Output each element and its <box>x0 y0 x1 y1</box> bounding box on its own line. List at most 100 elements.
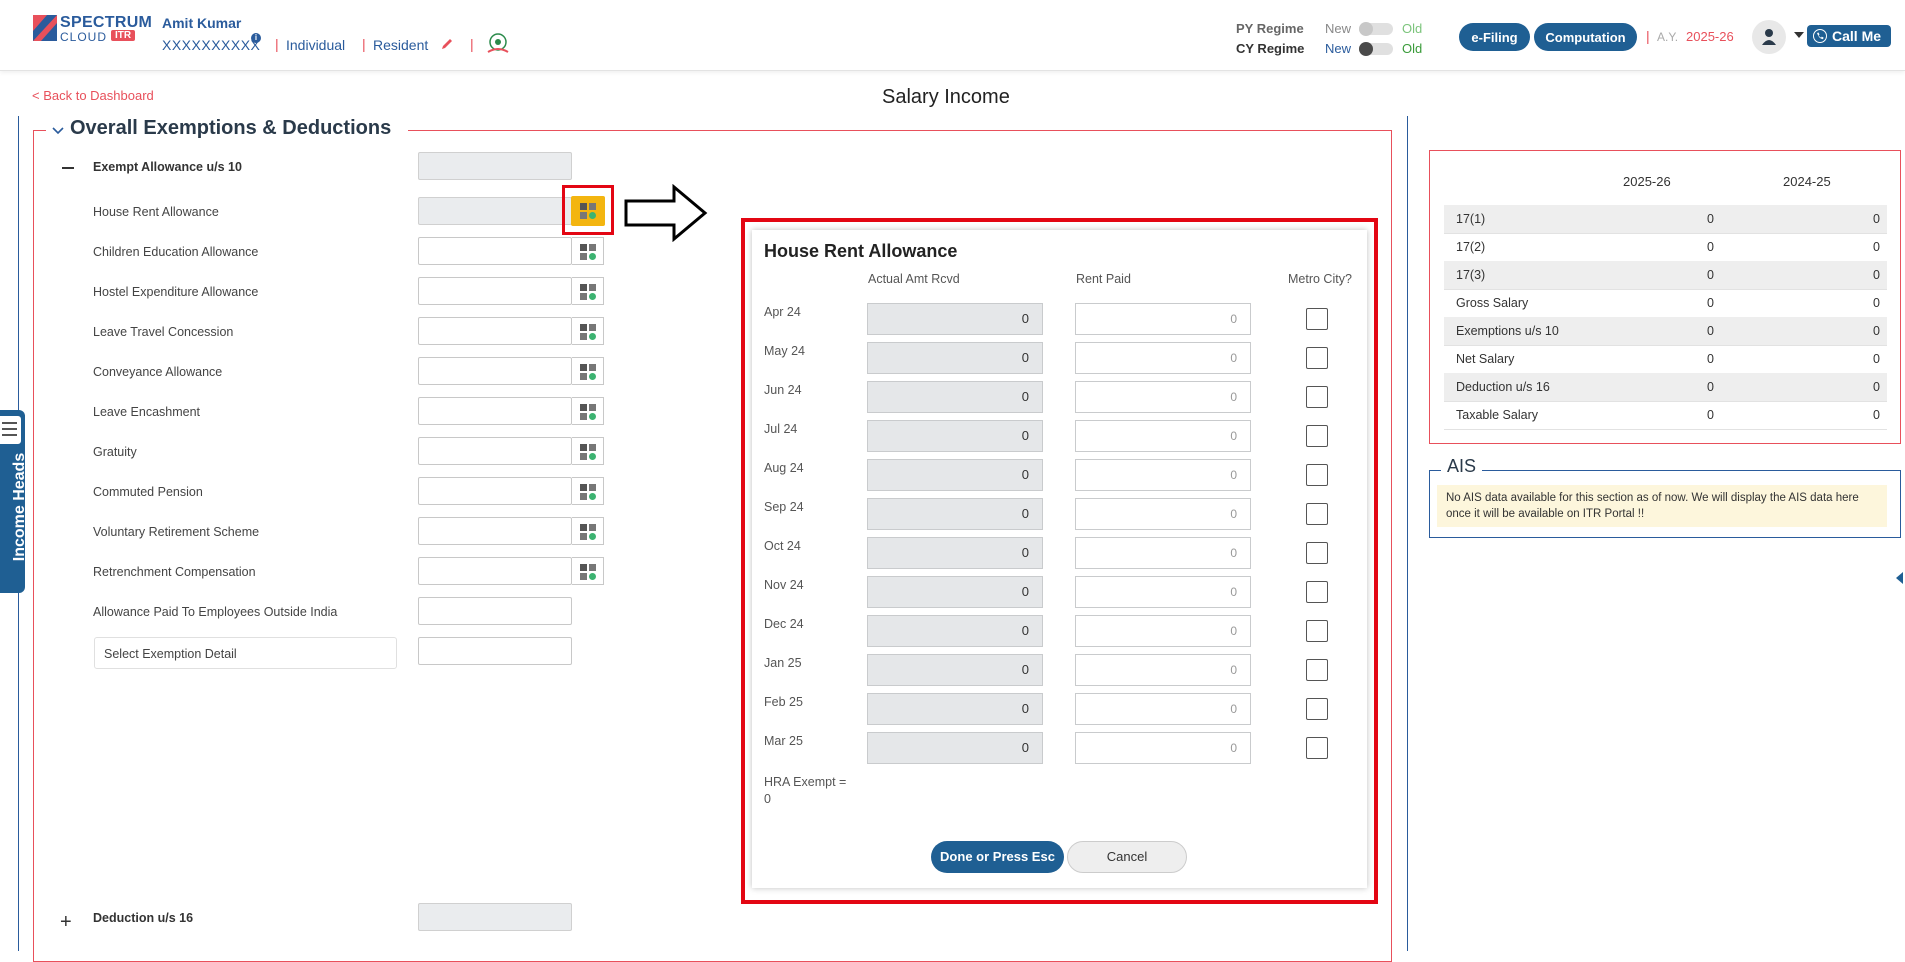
actual-amt-input: 0 <box>867 537 1043 569</box>
col-metro-city: Metro City? <box>1288 272 1352 286</box>
previous-value-text: 0 <box>1873 352 1880 366</box>
table-row: 17(2) 0 0 <box>1444 233 1887 262</box>
rent-paid-input[interactable]: 0 <box>1075 303 1251 335</box>
row-label: 17(1) <box>1456 212 1486 226</box>
row-label: Gross Salary <box>1456 296 1529 310</box>
ay-value[interactable]: 2025-26 <box>1686 29 1734 44</box>
retrenchment-calculator-button[interactable] <box>572 557 604 585</box>
month-label: Sep 24 <box>764 500 804 514</box>
cea-calculator-button[interactable] <box>572 237 604 265</box>
rent-paid-input[interactable]: 0 <box>1075 459 1251 491</box>
caret-left-icon[interactable] <box>1896 572 1903 584</box>
metro-city-checkbox[interactable] <box>1306 425 1328 447</box>
rent-paid-input[interactable]: 0 <box>1075 615 1251 647</box>
computation-button[interactable]: Computation <box>1534 23 1637 51</box>
metro-city-checkbox[interactable] <box>1306 737 1328 759</box>
previous-value-text: 0 <box>1873 324 1880 338</box>
done-button[interactable]: Done or Press Esc <box>931 841 1064 873</box>
commuted-pension-calculator-button[interactable] <box>572 477 604 505</box>
vrs-input[interactable] <box>418 517 572 545</box>
residency-resident[interactable]: Resident <box>373 37 428 53</box>
rent-paid-input[interactable]: 0 <box>1075 654 1251 686</box>
rent-paid-input[interactable]: 0 <box>1075 537 1251 569</box>
section-legend: Overall Exemptions & Deductions <box>70 117 392 139</box>
row-label: Taxable Salary <box>1456 408 1538 422</box>
select-exemption-detail[interactable]: Select Exemption Detail <box>94 637 397 669</box>
month-label: Jul 24 <box>764 422 798 436</box>
back-to-dashboard-link[interactable]: < Back to Dashboard <box>32 88 154 103</box>
metro-city-checkbox[interactable] <box>1306 503 1328 525</box>
cea-input[interactable] <box>418 237 572 265</box>
conveyance-input[interactable] <box>418 357 572 385</box>
cy-regime-toggle[interactable] <box>1359 42 1393 56</box>
cy-old-label: Old <box>1402 41 1423 56</box>
user-pan: XXXXXXXXXX <box>162 37 261 53</box>
table-row: 17(1) 0 0 <box>1444 205 1887 234</box>
leave-encashment-calculator-button[interactable] <box>572 397 604 425</box>
status-individual[interactable]: Individual <box>286 37 345 53</box>
actual-amt-input: 0 <box>867 381 1043 413</box>
rent-paid-input[interactable]: 0 <box>1075 732 1251 764</box>
conveyance-calculator-button[interactable] <box>572 357 604 385</box>
exemption-detail-input[interactable] <box>418 637 572 665</box>
month-label: May 24 <box>764 344 805 358</box>
table-row: 17(3) 0 0 <box>1444 261 1887 290</box>
caret-down-icon[interactable] <box>1794 32 1804 38</box>
info-icon[interactable]: i <box>251 33 261 43</box>
separator: | <box>470 36 474 52</box>
py-regime-toggle[interactable] <box>1359 22 1393 36</box>
efiling-button[interactable]: e-Filing <box>1459 23 1530 51</box>
metro-city-checkbox[interactable] <box>1306 659 1328 681</box>
hra-exempt-summary: HRA Exempt = 0 <box>764 774 864 808</box>
actual-amt-input: 0 <box>867 654 1043 686</box>
calculator-icon <box>580 444 596 460</box>
metro-city-checkbox[interactable] <box>1306 620 1328 642</box>
cancel-button[interactable]: Cancel <box>1067 841 1187 873</box>
rent-paid-input[interactable]: 0 <box>1075 576 1251 608</box>
ais-message: No AIS data available for this section a… <box>1437 485 1887 527</box>
metro-city-checkbox[interactable] <box>1306 542 1328 564</box>
commuted-pension-label: Commuted Pension <box>93 485 203 499</box>
table-row: Gross Salary 0 0 <box>1444 289 1887 318</box>
call-me-button[interactable]: Call Me <box>1807 25 1891 47</box>
pencil-icon[interactable] <box>440 37 454 51</box>
actual-amt-input: 0 <box>867 693 1043 725</box>
month-label: Aug 24 <box>764 461 804 475</box>
exempt-allowance-total <box>418 152 572 180</box>
gratuity-input[interactable] <box>418 437 572 465</box>
rent-paid-input[interactable]: 0 <box>1075 381 1251 413</box>
chevron-down-icon[interactable] <box>52 126 64 136</box>
rent-paid-input[interactable]: 0 <box>1075 420 1251 452</box>
rent-paid-input[interactable]: 0 <box>1075 693 1251 725</box>
metro-city-checkbox[interactable] <box>1306 698 1328 720</box>
hra-calculator-button[interactable] <box>571 196 605 226</box>
outside-india-input[interactable] <box>418 597 572 625</box>
hostel-calculator-button[interactable] <box>572 277 604 305</box>
expand-plus-icon[interactable]: + <box>60 912 72 932</box>
rent-paid-input[interactable]: 0 <box>1075 342 1251 374</box>
actual-amt-input: 0 <box>867 459 1043 491</box>
rent-paid-input[interactable]: 0 <box>1075 498 1251 530</box>
gratuity-calculator-button[interactable] <box>572 437 604 465</box>
leave-encashment-input[interactable] <box>418 397 572 425</box>
ltc-input[interactable] <box>418 317 572 345</box>
retrenchment-input[interactable] <box>418 557 572 585</box>
avatar[interactable] <box>1752 20 1786 54</box>
metro-city-checkbox[interactable] <box>1306 347 1328 369</box>
outside-india-label: Allowance Paid To Employees Outside Indi… <box>93 605 338 619</box>
table-row: Net Salary 0 0 <box>1444 345 1887 374</box>
metro-city-checkbox[interactable] <box>1306 581 1328 603</box>
metro-city-checkbox[interactable] <box>1306 464 1328 486</box>
month-label: Nov 24 <box>764 578 804 592</box>
py-new-label: New <box>1325 21 1352 36</box>
metro-city-checkbox[interactable] <box>1306 386 1328 408</box>
calculator-icon <box>580 203 596 219</box>
vrs-calculator-button[interactable] <box>572 517 604 545</box>
commuted-pension-input[interactable] <box>418 477 572 505</box>
collapse-minus-icon[interactable] <box>62 167 74 169</box>
actual-amt-input: 0 <box>867 420 1043 452</box>
metro-city-checkbox[interactable] <box>1306 308 1328 330</box>
ltc-calculator-button[interactable] <box>572 317 604 345</box>
hostel-input[interactable] <box>418 277 572 305</box>
table-row: Exemptions u/s 10 0 0 <box>1444 317 1887 346</box>
